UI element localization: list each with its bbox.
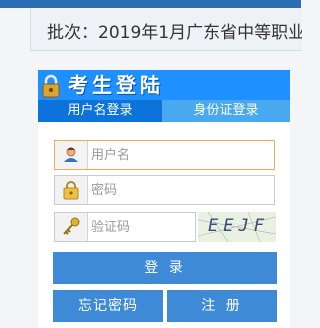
- login-button[interactable]: 登 录: [53, 252, 277, 284]
- captcha-input[interactable]: [89, 215, 195, 239]
- key-icon: [63, 217, 80, 235]
- username-field: [54, 140, 275, 170]
- login-tabs: 用户名登录 身份证登录: [38, 100, 290, 122]
- top-bar: [0, 0, 301, 8]
- tab-idcard-login[interactable]: 身份证登录: [162, 100, 290, 122]
- padlock-icon: [63, 181, 79, 200]
- password-field: [54, 175, 275, 205]
- captcha-image[interactable]: EEJF: [198, 212, 276, 242]
- batch-bar: 批次：2019年1月广东省中等职业: [30, 8, 302, 51]
- login-panel: 考生登陆 用户名登录 身份证登录 用户名 验证码 EEJF 登 录 忘记密码 注…: [38, 70, 290, 328]
- login-header: 考生登陆: [38, 70, 290, 100]
- username-icon-box: [55, 141, 88, 169]
- password-icon-box: [55, 176, 88, 204]
- tab-username-login[interactable]: 用户名登录: [38, 100, 162, 122]
- login-title: 考生登陆: [68, 73, 164, 97]
- password-input[interactable]: [89, 178, 273, 202]
- user-icon: [64, 147, 78, 162]
- register-button[interactable]: 注 册: [167, 290, 277, 322]
- batch-text: 批次：2019年1月广东省中等职业: [47, 23, 302, 43]
- forgot-password-button[interactable]: 忘记密码: [53, 290, 163, 322]
- captcha-text: EEJF: [208, 216, 269, 236]
- username-input[interactable]: [89, 143, 273, 167]
- captcha-field: [54, 212, 196, 242]
- lock-icon: [42, 74, 60, 98]
- captcha-icon-box: [55, 213, 88, 241]
- left-margin: [0, 50, 30, 328]
